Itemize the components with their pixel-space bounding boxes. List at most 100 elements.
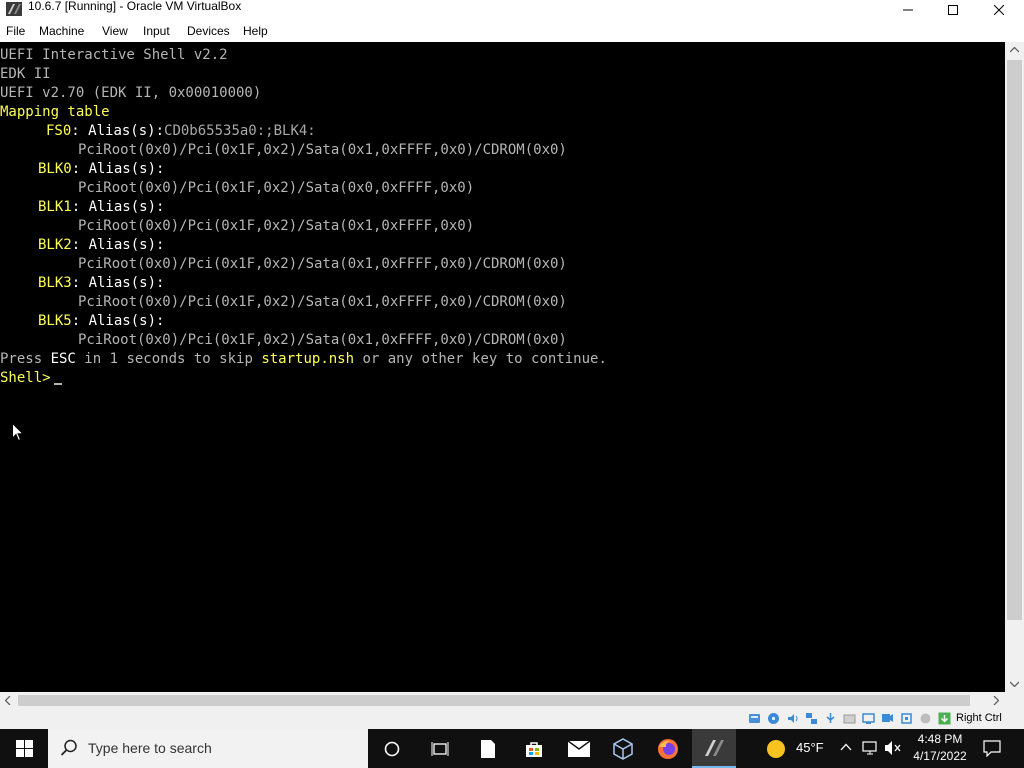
network-status-icon[interactable] [862, 740, 880, 756]
start-button[interactable] [0, 729, 48, 768]
host-key-label: Right Ctrl [956, 712, 1002, 724]
cortana-icon [384, 741, 400, 756]
windows-logo-icon [15, 740, 33, 757]
mapping-entry: BLK3: Alias(s): [38, 275, 165, 291]
vm-display[interactable]: UEFI Interactive Shell v2.2 EDK II UEFI … [0, 42, 1005, 692]
esc-key-label: ESC [50, 351, 76, 367]
search-icon [60, 739, 77, 756]
device-name: BLK2 [38, 237, 72, 253]
taskbar-app-store[interactable] [512, 729, 556, 768]
device-name: BLK5 [38, 313, 72, 329]
file-icon [481, 739, 495, 758]
mail-icon [568, 740, 590, 757]
device-name: BLK0 [38, 161, 72, 177]
close-icon [994, 5, 1004, 15]
notification-icon[interactable] [983, 740, 1001, 757]
menu-bar: File Machine View Input Devices Help [0, 20, 1024, 42]
scroll-down-icon[interactable] [1010, 681, 1019, 687]
weather-temperature[interactable]: 45°F [796, 740, 824, 755]
mapping-entry: BLK0: Alias(s): [38, 161, 165, 177]
menu-devices[interactable]: Devices [187, 24, 230, 38]
usb-icon[interactable] [824, 712, 837, 725]
device-path: PciRoot(0x0)/Pci(0x1F,0x2)/Sata(0x1,0xFF… [78, 332, 567, 348]
alias-label: Alias(s): [88, 199, 165, 215]
vertical-scrollbar[interactable] [1005, 42, 1024, 692]
cortana-button[interactable] [370, 729, 414, 768]
scroll-up-icon[interactable] [1010, 47, 1019, 53]
vertical-scroll-thumb[interactable] [1007, 60, 1022, 620]
horizontal-scrollbar[interactable] [0, 692, 1005, 709]
console-header-line: UEFI Interactive Shell v2.2 [0, 47, 228, 63]
taskbar-app-notepad[interactable] [466, 729, 510, 768]
system-clock[interactable]: 4:48 PM 4/17/2022 [906, 731, 974, 765]
taskbar-search-box[interactable]: Type here to search [48, 729, 368, 768]
optical-drive-icon[interactable] [767, 712, 780, 725]
store-icon [526, 741, 542, 757]
display-icon[interactable] [862, 712, 875, 725]
clock-date: 4/17/2022 [913, 749, 967, 763]
mapping-entry: BLK5: Alias(s): [38, 313, 165, 329]
weather-sun-icon[interactable] [766, 739, 786, 759]
virtualbox-icon [6, 2, 22, 16]
scroll-right-icon[interactable] [993, 696, 999, 705]
device-path: PciRoot(0x0)/Pci(0x1F,0x2)/Sata(0x1,0xFF… [78, 142, 567, 158]
title-bar[interactable]: 10.6.7 [Running] - Oracle VM VirtualBox [0, 0, 1024, 20]
window-title: 10.6.7 [Running] - Oracle VM VirtualBox [28, 0, 242, 13]
vm-status-bar: Right Ctrl [0, 709, 1024, 729]
maximize-icon [948, 5, 958, 15]
mouse-pointer-icon [12, 423, 24, 442]
text-cursor [54, 383, 62, 385]
mapping-entry: FS0: Alias(s):CD0b65535a0:;BLK4: [46, 123, 316, 139]
alias-label: Alias(s): [88, 123, 165, 139]
device-name: BLK3 [38, 275, 72, 291]
menu-file[interactable]: File [6, 24, 25, 38]
shell-prompt[interactable]: Shell> [0, 369, 59, 388]
horizontal-scroll-thumb[interactable] [18, 695, 970, 706]
maximize-button[interactable] [930, 0, 976, 20]
console-header-line: EDK II [0, 66, 51, 82]
alias-value: CD0b65535a0:;BLK4: [164, 123, 316, 139]
alias-label: Alias(s): [88, 313, 165, 329]
firefox-icon [658, 738, 678, 759]
volume-muted-icon[interactable] [884, 740, 902, 756]
search-placeholder: Type here to search [88, 740, 212, 756]
network-icon[interactable] [805, 712, 818, 725]
recording-icon[interactable] [881, 712, 894, 725]
menu-input[interactable]: Input [143, 24, 170, 38]
shared-folders-icon[interactable] [843, 712, 856, 725]
scroll-left-icon[interactable] [5, 696, 11, 705]
keyboard-capture-icon[interactable] [938, 712, 951, 725]
minimize-icon [903, 9, 913, 11]
taskbar-app-virtualbox-vm[interactable] [692, 729, 736, 768]
mapping-entry: BLK2: Alias(s): [38, 237, 165, 253]
console-header-line: UEFI v2.70 (EDK II, 0x00010000) [0, 85, 262, 101]
menu-help[interactable]: Help [243, 24, 268, 38]
task-view-button[interactable] [418, 729, 462, 768]
device-path: PciRoot(0x0)/Pci(0x1F,0x2)/Sata(0x1,0xFF… [78, 256, 567, 272]
menu-machine[interactable]: Machine [39, 24, 84, 38]
minimize-button[interactable] [885, 0, 931, 20]
taskbar-app-virtualbox[interactable] [601, 729, 645, 768]
device-path: PciRoot(0x0)/Pci(0x1F,0x2)/Sata(0x1,0xFF… [78, 294, 567, 310]
hard-disk-icon[interactable] [748, 712, 761, 725]
menu-view[interactable]: View [102, 24, 128, 38]
mouse-integration-icon[interactable] [919, 712, 932, 725]
device-name: BLK1 [38, 199, 72, 215]
cpu-icon[interactable] [900, 712, 913, 725]
taskbar-app-mail[interactable] [557, 729, 601, 768]
mapping-entry: BLK1: Alias(s): [38, 199, 165, 215]
audio-icon[interactable] [786, 712, 799, 725]
close-button[interactable] [976, 0, 1022, 20]
alias-label: Alias(s): [88, 275, 165, 291]
virtualbox-vm-icon [705, 739, 724, 756]
chevron-up-icon[interactable] [840, 743, 852, 751]
clock-time: 4:48 PM [917, 732, 963, 746]
task-view-icon [431, 741, 449, 756]
taskbar-app-firefox[interactable] [646, 729, 690, 768]
startup-file-name: startup.nsh [261, 351, 355, 367]
startup-prompt: Press ESC in 1 seconds to skip startup.n… [0, 351, 607, 367]
mapping-table-title: Mapping table [0, 104, 110, 120]
alias-label: Alias(s): [88, 161, 165, 177]
device-path: PciRoot(0x0)/Pci(0x1F,0x2)/Sata(0x1,0xFF… [78, 218, 475, 234]
device-name: FS0 [46, 123, 72, 139]
